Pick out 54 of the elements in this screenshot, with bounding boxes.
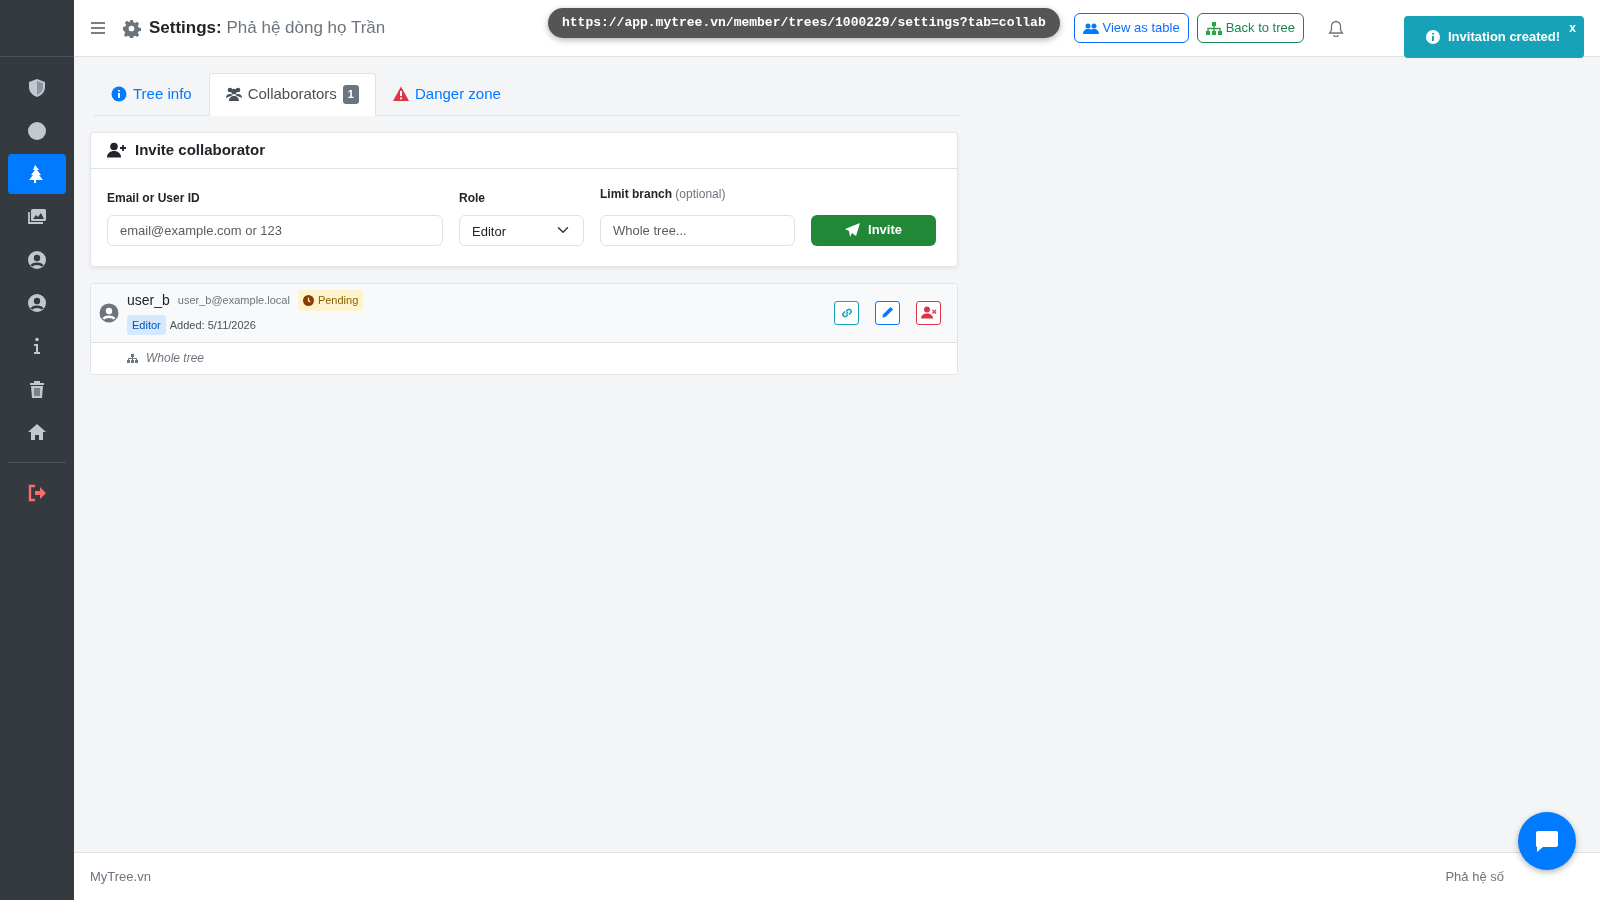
tab[interactable]: Tree info <box>94 73 209 116</box>
edit-button[interactable] <box>875 300 900 325</box>
bell-icon[interactable] <box>1328 19 1344 37</box>
toast-notification: Invitation created! x <box>1404 16 1584 58</box>
pencil-icon <box>881 306 894 319</box>
url-tooltip: https://app.mytree.vn/member/trees/1000229/settings?tab=collab <box>548 8 1060 38</box>
hierarchy-icon <box>127 353 138 363</box>
username: user_b <box>127 290 170 310</box>
warning-icon <box>393 86 409 103</box>
card-title: Invite collaborator <box>135 139 266 160</box>
send-icon <box>845 223 860 237</box>
footer-text: MyTree.vn <box>90 867 151 886</box>
count-badge: 1 <box>342 85 359 104</box>
role-badge: Editor <box>127 314 166 336</box>
field-label: Role <box>459 189 486 207</box>
page-title: Settings: Phả hệ dòng họ Trần <box>149 17 386 40</box>
role-select[interactable]: Editor <box>459 214 584 246</box>
add-user-icon <box>107 142 127 158</box>
tab[interactable]: Collaborators 1 <box>208 73 376 116</box>
branch-field[interactable]: Whole tree... <box>600 214 795 246</box>
hierarchy-icon <box>1205 21 1222 35</box>
chat-button[interactable] <box>1518 812 1576 870</box>
link-button[interactable] <box>834 300 859 325</box>
images-icon[interactable] <box>27 207 47 227</box>
users-icon <box>1082 21 1099 35</box>
close-button[interactable]: x <box>1569 19 1576 37</box>
trash-icon[interactable] <box>27 379 47 399</box>
menu-icon[interactable] <box>90 21 106 35</box>
branch-text: Whole tree <box>146 350 205 367</box>
user-icon[interactable] <box>27 250 47 270</box>
field-label: Limit branch (optional) <box>600 185 727 203</box>
info-icon <box>1426 29 1440 44</box>
header-button[interactable]: Back to tree <box>1196 13 1304 43</box>
field-label: Email or User ID <box>107 189 201 207</box>
header-button[interactable]: View as table <box>1073 13 1189 43</box>
user-email: user_b@example.local <box>177 293 290 308</box>
shield-icon[interactable] <box>27 78 47 98</box>
logout-icon[interactable] <box>27 483 47 503</box>
tab[interactable]: Danger zone <box>376 73 518 116</box>
user-icon[interactable] <box>27 293 47 313</box>
invite-button[interactable]: Invite <box>811 214 936 246</box>
info-icon <box>111 86 127 103</box>
gear-icon <box>122 18 141 38</box>
chat-icon <box>1534 829 1560 853</box>
email-field[interactable]: email@example.com or 123 <box>107 214 443 246</box>
added-date: Added: 5/11/2026 <box>169 317 256 333</box>
circle-icon[interactable] <box>27 121 47 141</box>
footer-text: Phả hệ số <box>1445 867 1504 886</box>
remove-user-button[interactable] <box>916 300 941 325</box>
status-badge: Pending <box>297 290 364 311</box>
remove-user-icon <box>920 306 937 319</box>
user-avatar-icon <box>99 302 119 323</box>
home-icon[interactable] <box>27 422 47 442</box>
users-icon <box>225 86 242 103</box>
